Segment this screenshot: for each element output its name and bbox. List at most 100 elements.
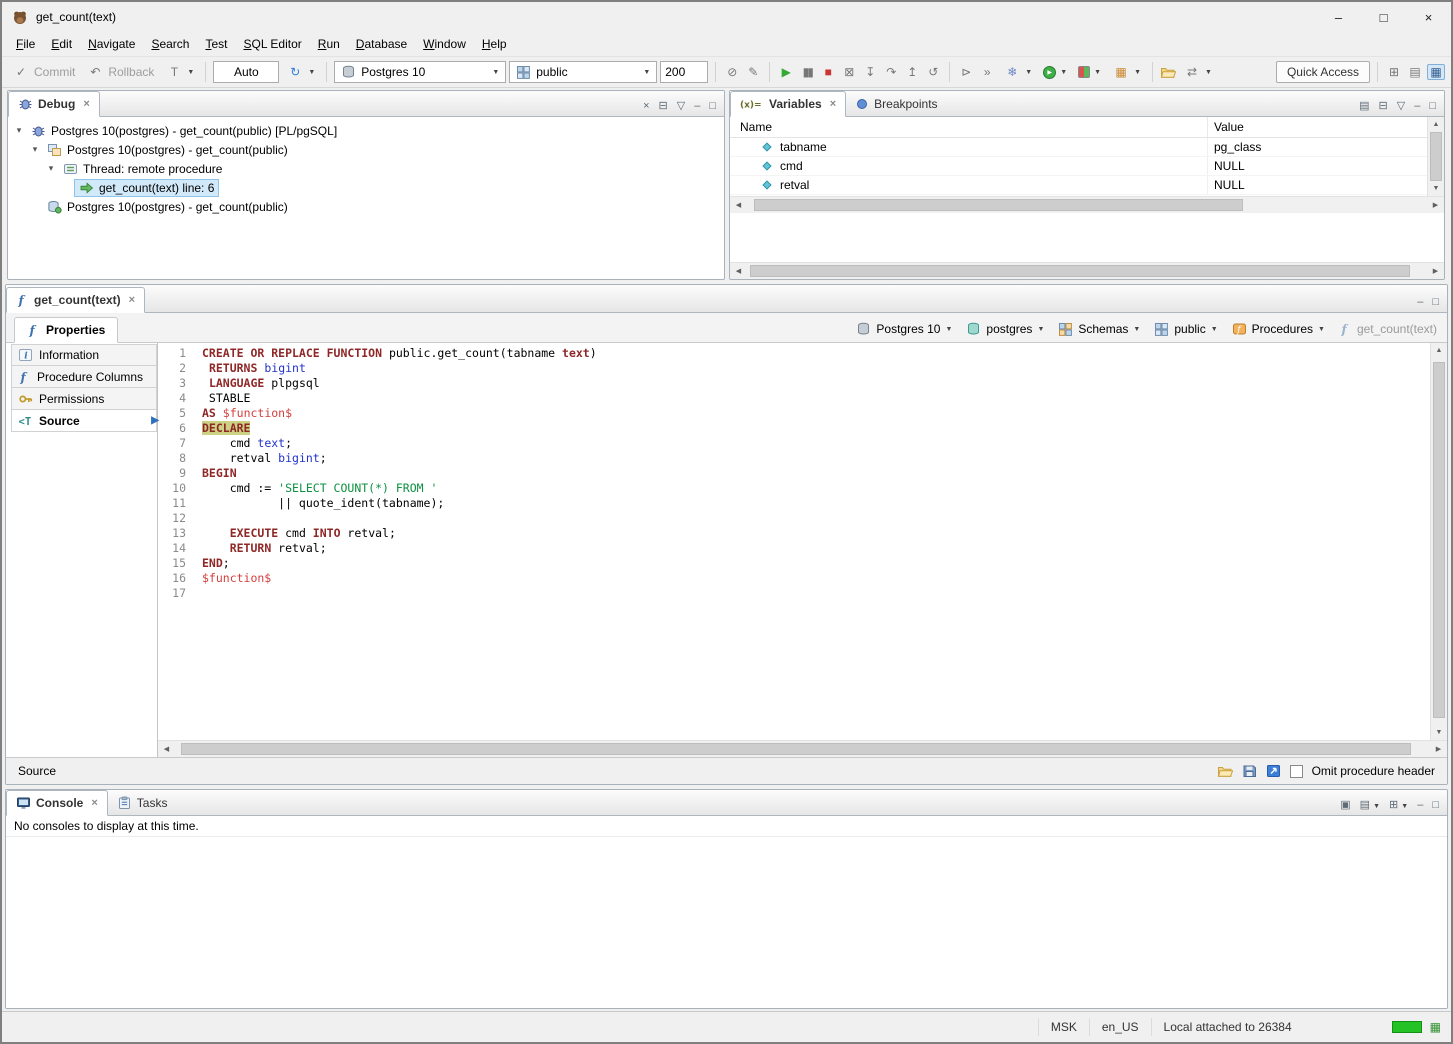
maximize-view-icon[interactable]: □: [1432, 800, 1439, 811]
line-number-gutter[interactable]: 1 2 3 4 5 6 7 8 9 10 11 12 13 14 15 16 17: [158, 343, 194, 740]
tab-tasks[interactable]: Tasks: [108, 790, 177, 815]
code-line[interactable]: CREATE OR REPLACE FUNCTION public.get_co…: [202, 346, 1430, 361]
step-into-button[interactable]: ↧: [861, 65, 879, 79]
sync-connection-button[interactable]: ❄ ▼: [999, 63, 1036, 81]
code-line[interactable]: $function$: [202, 571, 1430, 586]
view-menu-icon[interactable]: ▽: [677, 101, 685, 112]
debug-tree-node-0[interactable]: ▾ Postgres 10(postgres) - get_count(publi…: [8, 121, 724, 140]
menu-file[interactable]: File: [8, 33, 43, 55]
scroll-down-icon[interactable]: ▼: [1428, 181, 1445, 196]
scroll-right-icon[interactable]: ▶: [1427, 264, 1444, 279]
scroll-right-icon[interactable]: ▶: [1430, 742, 1447, 757]
debug-tree-node-4[interactable]: Postgres 10(postgres) - get_count(public…: [8, 197, 724, 216]
omit-procedure-header-checkbox[interactable]: [1289, 764, 1303, 778]
line-number[interactable]: 7: [158, 436, 186, 451]
data-transfer-button[interactable]: ▼: [1074, 64, 1105, 80]
auto-refresh-button[interactable]: ↻ ▼: [282, 63, 319, 81]
line-number[interactable]: 8: [158, 451, 186, 466]
menu-database[interactable]: Database: [348, 33, 415, 55]
menu-sql-editor[interactable]: SQL Editor: [236, 33, 310, 55]
line-number[interactable]: 2: [158, 361, 186, 376]
scroll-right-icon[interactable]: ▶: [1427, 198, 1444, 213]
breadcrumb-item-public[interactable]: public ▼: [1154, 322, 1218, 336]
variables-hscrollbar[interactable]: ◀ ▶: [730, 196, 1444, 213]
code-line[interactable]: BEGIN: [202, 466, 1430, 481]
maximize-view-icon[interactable]: □: [1432, 297, 1439, 308]
code-line[interactable]: cmd text;: [202, 436, 1430, 451]
scroll-left-icon[interactable]: ◀: [158, 742, 175, 757]
menu-search[interactable]: Search: [143, 33, 197, 55]
variable-row-2[interactable]: retval NULL: [730, 176, 1427, 195]
sidebar-item-source[interactable]: <T Source ▶: [11, 410, 159, 432]
maximize-view-icon[interactable]: □: [1429, 101, 1436, 112]
menu-navigate[interactable]: Navigate: [80, 33, 143, 55]
run-button[interactable]: ▶ ▼: [1039, 64, 1071, 81]
step-return-button[interactable]: ↥: [903, 65, 921, 79]
line-number[interactable]: 11: [158, 496, 186, 511]
tab-debug[interactable]: Debug ×: [8, 91, 100, 117]
debug-tree-node-3[interactable]: get_count(text) line: 6: [8, 178, 724, 197]
tab-console[interactable]: Console ×: [6, 790, 108, 816]
scroll-up-icon[interactable]: ▲: [1428, 117, 1445, 132]
display-console-icon[interactable]: ▤ ▼: [1360, 800, 1380, 811]
debug-tree-node-2[interactable]: ▾ Thread: remote procedure: [8, 159, 724, 178]
column-header-name[interactable]: Name: [730, 117, 1208, 137]
transaction-mode-button[interactable]: T ▼: [161, 63, 198, 81]
code-line[interactable]: RETURNS bigint: [202, 361, 1430, 376]
compare-button[interactable]: ⇄ ▼: [1179, 63, 1216, 81]
menu-edit[interactable]: Edit: [43, 33, 80, 55]
sidebar-item-permissions[interactable]: Permissions: [11, 388, 157, 410]
rollback-button[interactable]: ↶ Rollback: [82, 63, 158, 81]
line-number[interactable]: 13: [158, 526, 186, 541]
tab-breakpoints[interactable]: Breakpoints: [846, 91, 946, 116]
menu-window[interactable]: Window: [415, 33, 474, 55]
new-object-button[interactable]: ▦ ▼: [1108, 63, 1145, 81]
code-line[interactable]: END;: [202, 556, 1430, 571]
code-line[interactable]: STABLE: [202, 391, 1430, 406]
collapse-all-icon[interactable]: ⊟: [1379, 101, 1388, 112]
line-number[interactable]: 6: [158, 421, 186, 436]
scroll-left-icon[interactable]: ◀: [730, 198, 747, 213]
scroll-thumb[interactable]: [753, 199, 1244, 211]
close-icon[interactable]: ×: [830, 98, 836, 110]
scroll-thumb[interactable]: [1430, 132, 1442, 181]
database-perspective-button[interactable]: ▦: [1427, 64, 1445, 80]
view-menu-icon[interactable]: ▽: [1397, 101, 1405, 112]
step-over-button[interactable]: ↷: [882, 65, 900, 79]
maximize-view-icon[interactable]: □: [709, 101, 716, 112]
close-button[interactable]: ×: [1406, 2, 1451, 32]
code-line[interactable]: retval bigint;: [202, 451, 1430, 466]
close-icon[interactable]: ×: [129, 294, 135, 306]
sidebar-item-information[interactable]: i Information: [11, 344, 157, 366]
code-line[interactable]: AS $function$: [202, 406, 1430, 421]
show-columns-icon[interactable]: ▤: [1359, 101, 1369, 112]
minimize-view-icon[interactable]: –: [1417, 297, 1423, 308]
open-perspective-button[interactable]: ⊞: [1385, 65, 1403, 79]
menu-help[interactable]: Help: [474, 33, 515, 55]
breadcrumb-item-procedures[interactable]: f Procedures ▼: [1232, 322, 1325, 336]
variable-row-1[interactable]: cmd NULL: [730, 157, 1427, 176]
open-console-icon[interactable]: ⊞ ▼: [1389, 800, 1408, 811]
editor-vscrollbar[interactable]: ▲ ▼: [1430, 343, 1447, 740]
line-number[interactable]: 5: [158, 406, 186, 421]
scroll-thumb[interactable]: [1433, 361, 1445, 718]
clear-console-icon[interactable]: ▣: [1340, 800, 1350, 811]
line-number[interactable]: 3: [158, 376, 186, 391]
minimize-view-icon[interactable]: –: [694, 101, 700, 112]
line-number[interactable]: 4: [158, 391, 186, 406]
line-number[interactable]: 1: [158, 346, 186, 361]
line-number[interactable]: 15: [158, 556, 186, 571]
line-number[interactable]: 10: [158, 481, 186, 496]
minimize-view-icon[interactable]: –: [1417, 800, 1423, 811]
code-line[interactable]: [202, 511, 1430, 526]
cancel-query-button[interactable]: ⊘: [723, 65, 741, 79]
status-monitor-icon[interactable]: ▦: [1430, 1020, 1441, 1034]
code-line[interactable]: DECLARE: [202, 421, 1430, 436]
breadcrumb-item-postgres[interactable]: postgres ▼: [966, 322, 1044, 336]
close-icon[interactable]: ×: [91, 797, 97, 809]
tab-properties[interactable]: f Properties: [14, 317, 119, 343]
line-number[interactable]: 16: [158, 571, 186, 586]
line-number[interactable]: 14: [158, 541, 186, 556]
code-line[interactable]: || quote_ident(tabname);: [202, 496, 1430, 511]
scroll-left-icon[interactable]: ◀: [730, 264, 747, 279]
